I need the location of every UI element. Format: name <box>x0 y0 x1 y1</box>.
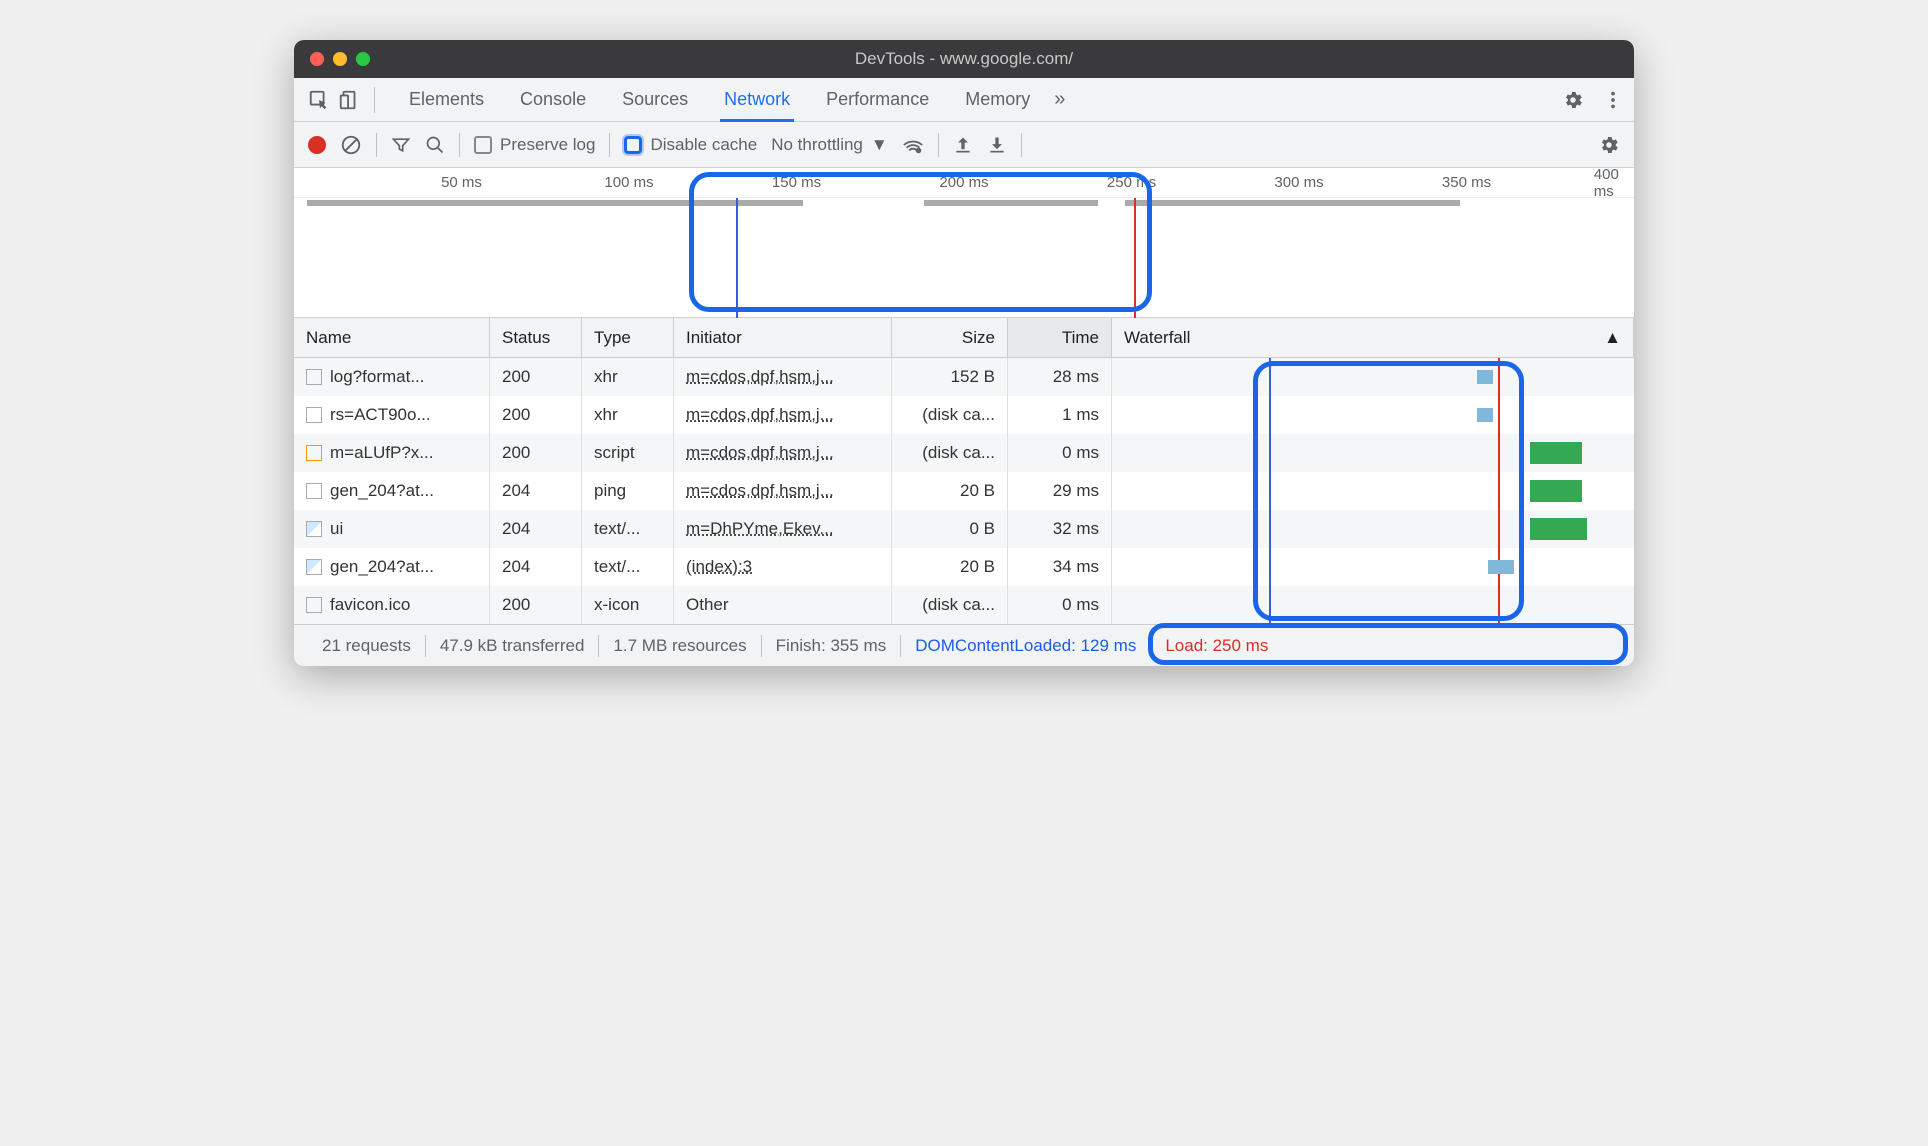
column-header-name[interactable]: Name <box>294 318 490 357</box>
traffic-lights <box>310 52 370 66</box>
table-row[interactable]: gen_204?at... 204 text/... (index):3 20 … <box>294 548 1634 586</box>
filter-icon[interactable] <box>391 135 411 155</box>
timeline-tick: 350 ms <box>1442 174 1491 191</box>
column-header-initiator[interactable]: Initiator <box>674 318 892 357</box>
summary-transferred: 47.9 kB transferred <box>426 636 599 656</box>
search-icon[interactable] <box>425 135 445 155</box>
window-titlebar: DevTools - www.google.com/ <box>294 40 1634 78</box>
annotation-highlight <box>689 172 1151 312</box>
network-conditions-icon[interactable] <box>902 134 924 156</box>
throttling-label: No throttling <box>771 135 863 155</box>
tab-performance[interactable]: Performance <box>822 78 933 122</box>
table-row[interactable]: log?format... 200 xhr m=cdos,dpf,hsm,j..… <box>294 358 1634 396</box>
column-header-status[interactable]: Status <box>490 318 582 357</box>
column-header-time[interactable]: Time <box>1008 318 1112 357</box>
sort-arrow-icon: ▲ <box>1604 328 1621 348</box>
timeline-overview[interactable]: 50 ms 100 ms 150 ms 200 ms 250 ms 300 ms… <box>294 168 1634 318</box>
dropdown-arrow-icon: ▼ <box>871 135 888 155</box>
tab-elements[interactable]: Elements <box>405 78 488 122</box>
preserve-log-label: Preserve log <box>500 135 595 155</box>
summary-requests: 21 requests <box>308 636 425 656</box>
device-toggle-icon[interactable] <box>334 85 364 115</box>
annotation-highlight <box>1148 623 1628 665</box>
disable-cache-label: Disable cache <box>650 135 757 155</box>
upload-har-icon[interactable] <box>953 135 973 155</box>
throttling-dropdown[interactable]: No throttling ▼ <box>771 135 888 155</box>
summary-domcontentloaded: DOMContentLoaded: 129 ms <box>901 636 1150 656</box>
column-header-size[interactable]: Size <box>892 318 1008 357</box>
column-header-type[interactable]: Type <box>582 318 674 357</box>
table-row[interactable]: m=aLUfP?x... 200 script m=cdos,dpf,hsm,j… <box>294 434 1634 472</box>
table-header: Name Status Type Initiator Size Time Wat… <box>294 318 1634 358</box>
timeline-tick: 400 ms <box>1594 166 1621 200</box>
table-row[interactable]: gen_204?at... 204 ping m=cdos,dpf,hsm,j.… <box>294 472 1634 510</box>
settings-icon[interactable] <box>1562 89 1584 111</box>
table-row[interactable]: ui 204 text/... m=DhPYme,Ekev... 0 B 32 … <box>294 510 1634 548</box>
request-table: log?format... 200 xhr m=cdos,dpf,hsm,j..… <box>294 358 1634 624</box>
close-window-button[interactable] <box>310 52 324 66</box>
network-toolbar: Preserve log Disable cache No throttling… <box>294 122 1634 168</box>
devtools-window: DevTools - www.google.com/ Elements Cons… <box>294 40 1634 666</box>
tab-sources[interactable]: Sources <box>618 78 692 122</box>
timeline-tick: 300 ms <box>1274 174 1323 191</box>
summary-resources: 1.7 MB resources <box>599 636 760 656</box>
record-button[interactable] <box>308 136 326 154</box>
preserve-log-checkbox[interactable]: Preserve log <box>474 135 595 155</box>
kebab-menu-icon[interactable] <box>1602 89 1624 111</box>
timeline-tick: 100 ms <box>604 174 653 191</box>
disable-cache-checkbox[interactable]: Disable cache <box>624 135 757 155</box>
table-row[interactable]: favicon.ico 200 x-icon Other (disk ca...… <box>294 586 1634 624</box>
summary-bar: 21 requests 47.9 kB transferred 1.7 MB r… <box>294 624 1634 666</box>
panel-tabs: Elements Console Sources Network Perform… <box>405 78 1034 122</box>
tab-memory[interactable]: Memory <box>961 78 1034 122</box>
summary-finish: Finish: 355 ms <box>762 636 901 656</box>
column-header-waterfall[interactable]: Waterfall ▲ <box>1112 318 1634 357</box>
timeline-tick: 50 ms <box>441 174 482 191</box>
tabs-bar: Elements Console Sources Network Perform… <box>294 78 1634 122</box>
more-tabs-icon[interactable]: » <box>1054 88 1065 111</box>
download-har-icon[interactable] <box>987 135 1007 155</box>
window-title: DevTools - www.google.com/ <box>855 49 1073 69</box>
tab-network[interactable]: Network <box>720 78 794 122</box>
minimize-window-button[interactable] <box>333 52 347 66</box>
network-settings-icon[interactable] <box>1598 134 1620 156</box>
inspect-element-icon[interactable] <box>304 85 334 115</box>
maximize-window-button[interactable] <box>356 52 370 66</box>
table-row[interactable]: rs=ACT90o... 200 xhr m=cdos,dpf,hsm,j...… <box>294 396 1634 434</box>
tab-console[interactable]: Console <box>516 78 590 122</box>
clear-icon[interactable] <box>340 134 362 156</box>
